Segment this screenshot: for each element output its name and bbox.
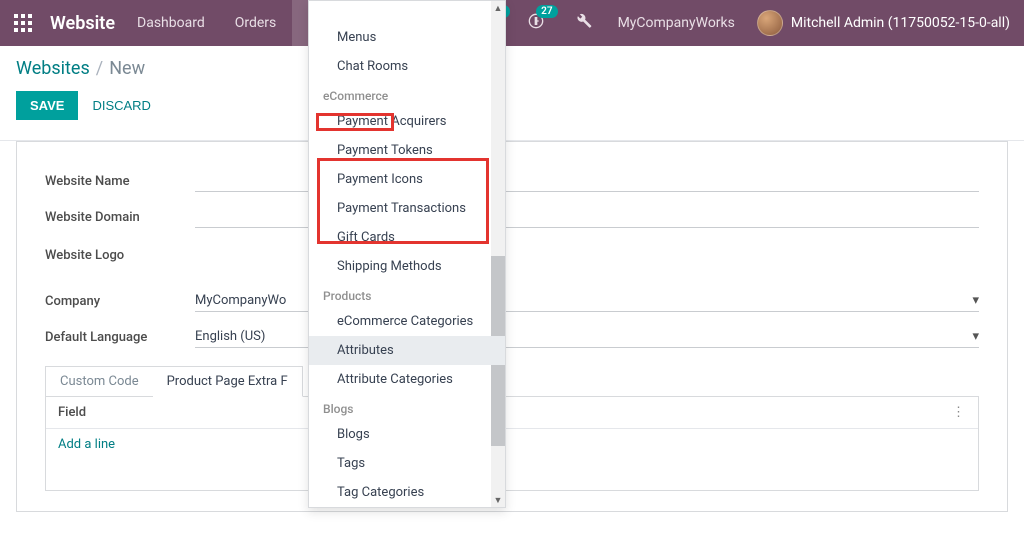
save-button[interactable]: SAVE (16, 91, 78, 120)
company-switcher[interactable]: MyCompanyWorks (618, 15, 735, 31)
menu-header-products: Products (309, 281, 505, 307)
avatar (757, 10, 783, 36)
nav-dashboard[interactable]: Dashboard (129, 7, 213, 39)
menu-attribute-categories[interactable]: Attribute Categories (309, 365, 505, 394)
username: Mitchell Admin (11750052-15-0-all) (791, 15, 1010, 31)
menu-attributes[interactable]: Attributes (309, 336, 505, 365)
breadcrumb-current: New (109, 58, 145, 79)
label-language: Default Language (45, 330, 195, 345)
scroll-down-arrow[interactable]: ▼ (491, 493, 505, 507)
tabs: Custom Code Product Page Extra F (45, 366, 979, 396)
activity-icon[interactable]: 27 (524, 9, 548, 37)
menu-payment-transactions[interactable]: Payment Transactions (309, 194, 505, 223)
label-website-domain: Website Domain (45, 210, 195, 225)
menu-header-ecommerce: eCommerce (309, 81, 505, 107)
menu-tag-categories[interactable]: Tag Categories (309, 478, 505, 501)
apps-icon[interactable] (14, 14, 32, 32)
label-website-logo: Website Logo (45, 248, 195, 263)
menu-tags[interactable]: Tags (309, 449, 505, 478)
breadcrumb-sep: / (96, 58, 103, 79)
menu-chatrooms[interactable]: Chat Rooms (309, 52, 505, 81)
menu-ecommerce-categories[interactable]: eCommerce Categories (309, 307, 505, 336)
menu-header-blogs: Blogs (309, 394, 505, 420)
menu-gift-cards[interactable]: Gift Cards (309, 223, 505, 252)
config-dropdown: ▲ ▼ Menus Chat Rooms eCommerce Payment A… (308, 0, 506, 508)
menu-payment-acquirers[interactable]: Payment Acquirers (309, 107, 505, 136)
form-sheet: Website Name Website Domain Website Logo… (16, 141, 1008, 512)
nav-orders[interactable]: Orders (227, 7, 285, 39)
select-language-value: English (US) (195, 329, 265, 344)
menu-payment-icons[interactable]: Payment Icons (309, 165, 505, 194)
tab-product-extra[interactable]: Product Page Extra F (153, 366, 303, 397)
chevron-down-icon: ▾ (972, 293, 979, 308)
breadcrumb-root[interactable]: Websites (16, 58, 90, 79)
control-bar: Websites / New SAVE DISCARD (0, 46, 1024, 130)
menu-blogs[interactable]: Blogs (309, 420, 505, 449)
menu-shipping-methods[interactable]: Shipping Methods (309, 252, 505, 281)
menu-menus[interactable]: Menus (309, 23, 505, 52)
kebab-icon[interactable]: ⋮ (952, 405, 966, 420)
add-line[interactable]: Add a line (46, 429, 978, 460)
app-brand[interactable]: Website (50, 13, 115, 34)
scroll-up-arrow[interactable]: ▲ (491, 1, 505, 15)
col-field: Field (58, 405, 86, 420)
label-website-name: Website Name (45, 174, 195, 189)
tab-content: Field ⋮ Add a line (45, 396, 979, 491)
top-navbar: Website Dashboard Orders 6 27 MyCompanyW… (0, 0, 1024, 46)
tools-icon[interactable] (572, 9, 596, 37)
menu-payment-tokens[interactable]: Payment Tokens (309, 136, 505, 165)
chevron-down-icon: ▾ (972, 329, 979, 344)
activity-badge: 27 (536, 5, 557, 18)
discard-button[interactable]: DISCARD (92, 98, 151, 113)
breadcrumb: Websites / New (16, 58, 1008, 79)
tab-custom-code[interactable]: Custom Code (45, 366, 153, 397)
label-company: Company (45, 294, 195, 309)
select-company-value: MyCompanyWo (195, 293, 286, 308)
user-menu[interactable]: Mitchell Admin (11750052-15-0-all) (757, 10, 1010, 36)
